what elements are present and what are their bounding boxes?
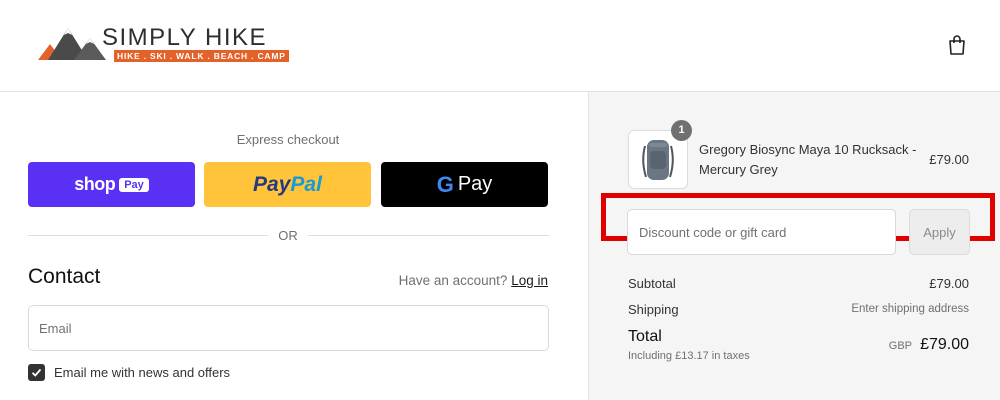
brand-tagline: HIKE . SKI . WALK . BEACH . CAMP [114, 50, 289, 62]
apply-discount-button[interactable]: Apply [909, 209, 970, 255]
contact-heading: Contact [28, 265, 101, 288]
google-pay-button[interactable]: G Pay [381, 162, 548, 207]
shipping-value: Enter shipping address [851, 303, 969, 315]
login-link[interactable]: Log in [511, 273, 548, 288]
shipping-label: Shipping [628, 302, 679, 317]
paypal-word-b: Pal [290, 172, 322, 196]
email-field[interactable] [28, 305, 549, 351]
paypal-button[interactable]: PayPal [204, 162, 371, 207]
paypal-wordmark: PayPal [253, 173, 322, 197]
checkout-main: Express checkout shop Pay PayPal G Pay O… [0, 92, 588, 400]
brand-name: SIMPLY HIKE [102, 24, 267, 51]
account-prompt: Have an account? Log in [399, 273, 548, 288]
subtotal-label: Subtotal [628, 276, 676, 291]
total-value: £79.00 [920, 336, 969, 353]
subtotal-value: £79.00 [929, 276, 969, 291]
google-pay-label: Pay [457, 173, 493, 195]
account-prompt-text: Have an account? [398, 273, 508, 288]
shop-pay-wordmark: shop [74, 174, 116, 194]
google-g-icon: G [436, 171, 454, 197]
product-price: £79.00 [929, 152, 969, 167]
header: SIMPLY HIKE HIKE . SKI . WALK . BEACH . … [0, 0, 1000, 92]
shop-pay-badge: Pay [119, 177, 149, 192]
total-label: Total [628, 328, 662, 345]
shopping-bag-icon[interactable] [946, 34, 968, 56]
divider-left [28, 235, 268, 236]
discount-code-input[interactable] [627, 209, 896, 255]
or-divider-label: OR [278, 228, 298, 243]
paypal-word-a: Pay [253, 172, 291, 196]
newsletter-label: Email me with news and offers [54, 365, 231, 380]
tax-note: Including £13.17 in taxes [628, 350, 750, 362]
checkmark-icon [31, 368, 42, 377]
shop-pay-button[interactable]: shop Pay [28, 162, 195, 207]
express-checkout-title: Express checkout [236, 132, 340, 147]
brand-logo[interactable]: SIMPLY HIKE HIKE . SKI . WALK . BEACH . … [34, 22, 289, 66]
order-summary: 1 Gregory Biosync Maya 10 Rucksack - Mer… [588, 92, 1000, 400]
product-name: Gregory Biosync Maya 10 Rucksack - Mercu… [699, 142, 917, 177]
divider-right [308, 235, 549, 236]
currency-code: GBP [888, 340, 912, 352]
newsletter-checkbox[interactable] [28, 364, 45, 381]
quantity-badge: 1 [671, 120, 692, 141]
